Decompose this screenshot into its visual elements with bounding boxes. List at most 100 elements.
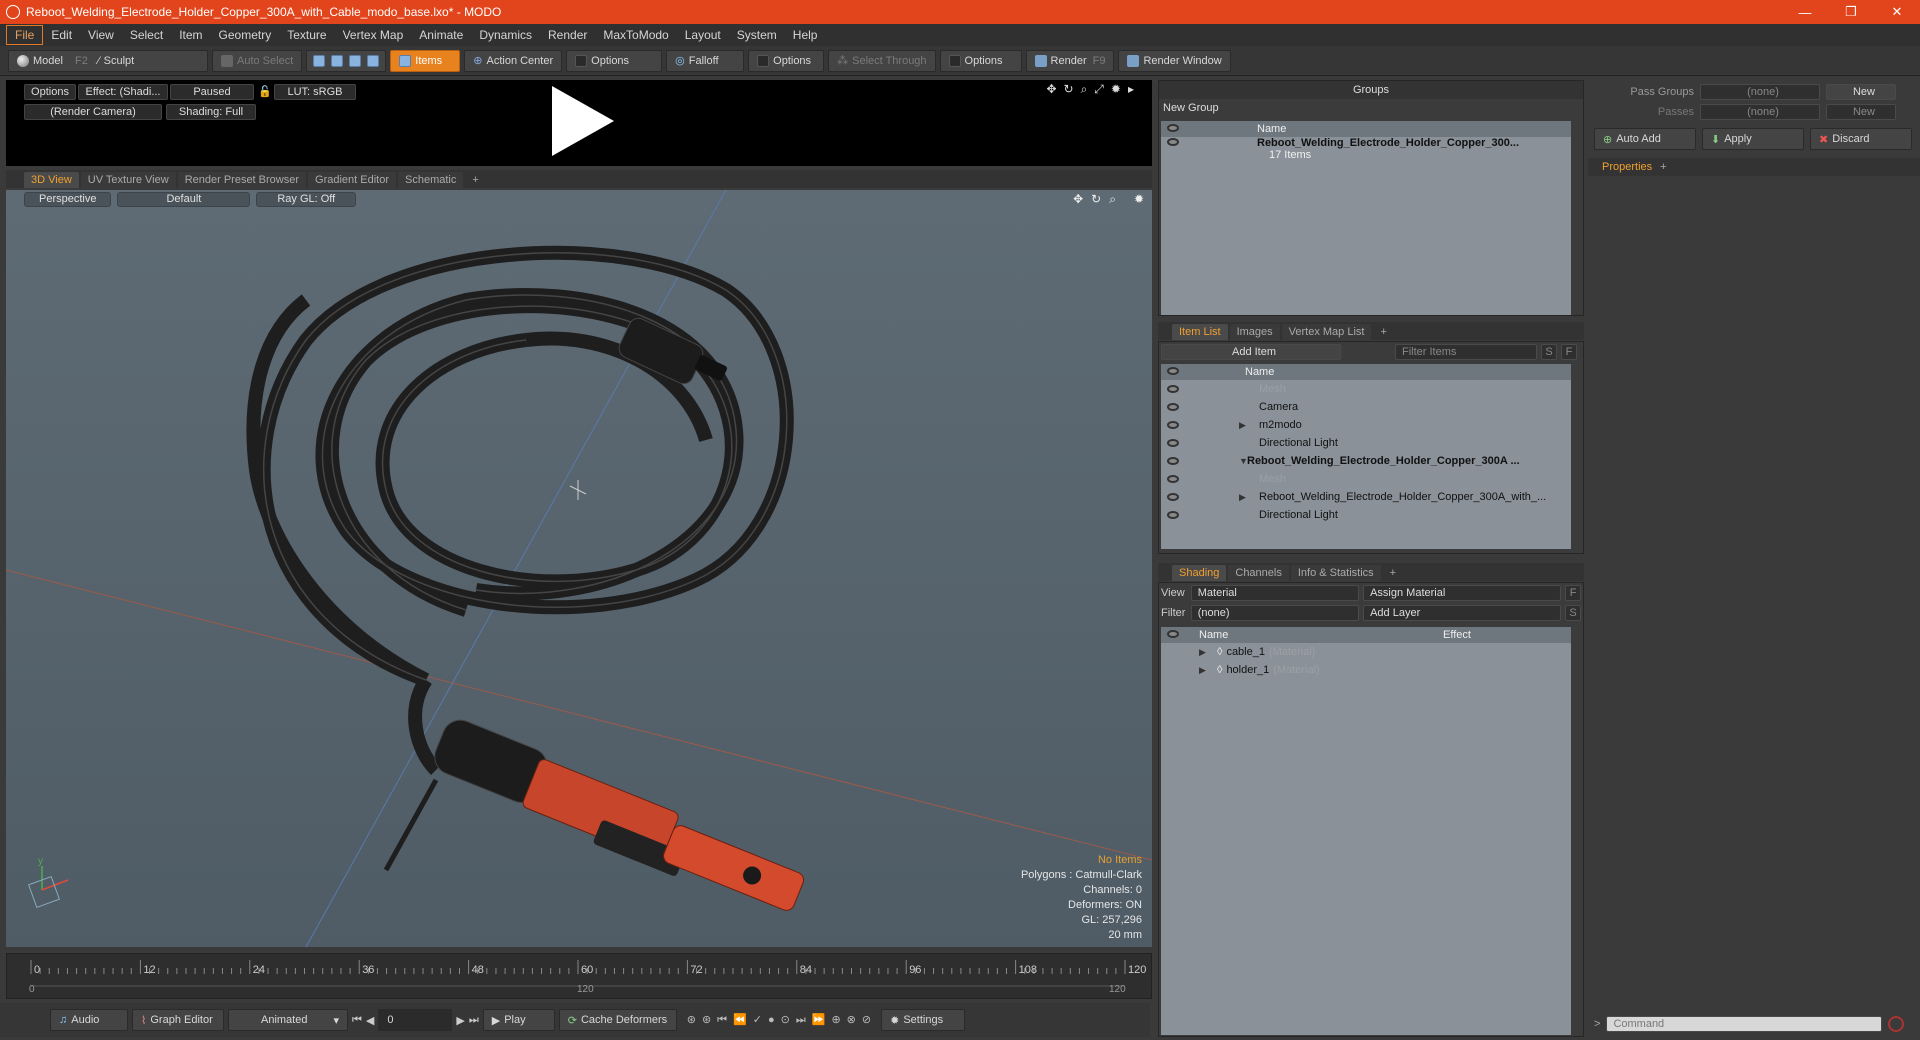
- add-tab-button[interactable]: +: [465, 172, 485, 188]
- items-mode-button[interactable]: Items: [390, 49, 461, 72]
- stop-icon[interactable]: [1888, 1016, 1905, 1032]
- eye-icon[interactable]: [1167, 403, 1179, 411]
- play-button[interactable]: ▶ Play: [482, 1009, 555, 1031]
- menu-system[interactable]: System: [729, 26, 785, 44]
- timeline[interactable]: 0 12 24 36 48 60 72 84 96 108 120 0 120 120: [6, 953, 1152, 999]
- menu-layout[interactable]: Layout: [677, 26, 729, 44]
- new-group-button[interactable]: New Group: [1159, 99, 1583, 117]
- discard-button[interactable]: ✖ Discard: [1810, 128, 1912, 150]
- filter-dropdown[interactable]: (none): [1190, 605, 1360, 621]
- model-sculpt-switch[interactable]: Model F2 ⁄ Sculpt: [8, 49, 208, 72]
- render-button[interactable]: Render F9: [1025, 49, 1115, 72]
- render-window-button[interactable]: Render Window: [1118, 49, 1231, 72]
- maximize-icon[interactable]: ⤢: [1094, 82, 1104, 97]
- step-back-icon[interactable]: ◀: [366, 1014, 374, 1027]
- falloff-button[interactable]: ◎ Falloff: [666, 49, 745, 72]
- preview-options-button[interactable]: Options: [24, 84, 76, 100]
- rotate-icon[interactable]: ↻: [1091, 192, 1101, 207]
- eye-icon[interactable]: [1167, 511, 1179, 519]
- close-button[interactable]: ✕: [1874, 0, 1920, 24]
- shader-row[interactable]: ▶ ◊ cable_1 (Material): [1161, 643, 1571, 661]
- s-toggle[interactable]: S: [1565, 605, 1581, 621]
- add-layer-dropdown[interactable]: Add Layer: [1363, 605, 1562, 621]
- key-tools-icons[interactable]: ⊛⊛⏮⏪✓●⊙⏭⏩⊕⊗⊘: [687, 1013, 877, 1027]
- menu-animate[interactable]: Animate: [411, 26, 471, 44]
- item-list-row[interactable]: Mesh: [1161, 380, 1571, 398]
- default-dropdown[interactable]: Default: [117, 191, 251, 207]
- menu-maxtomodo[interactable]: MaxToModo: [595, 26, 676, 44]
- shader-row[interactable]: ▶ ◊ holder_1 (Material): [1161, 661, 1571, 679]
- preview-effect-dropdown[interactable]: Effect: (Shadi...: [78, 84, 168, 100]
- add-tab-button[interactable]: +: [1660, 161, 1666, 173]
- menu-file[interactable]: File: [6, 25, 44, 45]
- vertices-mode-icon[interactable]: [313, 54, 326, 67]
- menu-texture[interactable]: Texture: [279, 26, 334, 44]
- lock-icon[interactable]: 🔓: [258, 85, 272, 98]
- sculpt-label[interactable]: Sculpt: [104, 55, 135, 67]
- menu-geometry[interactable]: Geometry: [211, 26, 280, 44]
- polygons-mode-icon[interactable]: [349, 54, 362, 67]
- eye-icon[interactable]: [1167, 138, 1179, 146]
- arrow-right-icon[interactable]: ▸: [1128, 82, 1134, 97]
- add-tab-button[interactable]: +: [1373, 324, 1393, 340]
- auto-select-button[interactable]: Auto Select: [212, 49, 303, 72]
- move-icon[interactable]: ✥: [1046, 82, 1056, 97]
- restore-button[interactable]: ❐: [1828, 0, 1874, 24]
- expand-icon[interactable]: ▶: [1239, 420, 1259, 431]
- gear-icon[interactable]: ✹: [1111, 82, 1121, 97]
- expand-icon[interactable]: ▼: [1239, 456, 1248, 466]
- apply-button[interactable]: ⬇ Apply: [1702, 128, 1804, 150]
- settings-button[interactable]: ✹ Settings: [881, 1009, 966, 1031]
- menu-edit[interactable]: Edit: [43, 26, 80, 44]
- tab-images[interactable]: Images: [1229, 324, 1280, 340]
- new-pass-button[interactable]: New: [1826, 104, 1896, 120]
- play-icon[interactable]: [552, 86, 614, 156]
- tab-render-preset-browser[interactable]: Render Preset Browser: [177, 172, 307, 188]
- raygl-dropdown[interactable]: Ray GL: Off: [256, 191, 357, 207]
- chevron-right-icon[interactable]: ▶: [1199, 647, 1217, 658]
- eye-icon[interactable]: [1167, 385, 1179, 393]
- eye-icon[interactable]: [1167, 421, 1179, 429]
- zoom-icon[interactable]: ⌕: [1081, 82, 1088, 97]
- shading-dropdown[interactable]: Shading: Full: [166, 104, 256, 120]
- move-icon[interactable]: ✥: [1073, 192, 1083, 207]
- action-center-button[interactable]: ⊕ Action Center: [464, 49, 563, 72]
- lut-dropdown[interactable]: LUT: sRGB: [274, 84, 356, 100]
- tab-3d-view[interactable]: 3D View: [24, 172, 79, 188]
- cache-deformers-button[interactable]: ⟳ Cache Deformers: [558, 1009, 677, 1031]
- eye-icon[interactable]: [1167, 493, 1179, 501]
- perspective-dropdown[interactable]: Perspective: [24, 191, 112, 207]
- f-toggle[interactable]: F: [1561, 344, 1577, 360]
- eye-icon[interactable]: [1167, 475, 1179, 483]
- animated-dropdown[interactable]: Animated ▾: [228, 1009, 348, 1031]
- options-button-1[interactable]: Options: [566, 49, 663, 72]
- eye-icon[interactable]: [1167, 439, 1179, 447]
- select-through-button[interactable]: ⁂ Select Through: [828, 49, 936, 72]
- gear-icon[interactable]: ✹: [1134, 192, 1144, 207]
- assign-material-dropdown[interactable]: Assign Material: [1363, 585, 1562, 601]
- skip-start-icon[interactable]: ⏮: [352, 1014, 362, 1027]
- tab-info-statistics[interactable]: Info & Statistics: [1290, 565, 1381, 581]
- minimize-button[interactable]: —: [1782, 0, 1828, 24]
- graph-editor-button[interactable]: ⌇ Graph Editor: [132, 1009, 224, 1031]
- new-pass-group-button[interactable]: New: [1826, 84, 1896, 100]
- group-row[interactable]: Reboot_Welding_Electrode_Holder_Copper_3…: [1161, 137, 1571, 167]
- passes-dropdown[interactable]: (none): [1700, 104, 1820, 120]
- s-toggle[interactable]: S: [1541, 344, 1557, 360]
- chevron-right-icon[interactable]: ▶: [1199, 665, 1217, 676]
- add-tab-button[interactable]: +: [1383, 565, 1403, 581]
- item-list-row[interactable]: ▼ Reboot_Welding_Electrode_Holder_Copper_…: [1161, 452, 1571, 470]
- tab-uv-texture-view[interactable]: UV Texture View: [80, 172, 176, 188]
- menu-select[interactable]: Select: [122, 26, 171, 44]
- skip-end-icon[interactable]: ⏭: [469, 1014, 479, 1027]
- audio-button[interactable]: ♫ Audio: [50, 1009, 128, 1031]
- options-button-2[interactable]: Options: [748, 49, 825, 72]
- step-forward-icon[interactable]: ▶: [456, 1014, 464, 1027]
- preview-paused-button[interactable]: Paused: [170, 84, 254, 100]
- tab-vertex-map-list[interactable]: Vertex Map List: [1281, 324, 1372, 340]
- item-list-row[interactable]: Directional Light: [1161, 506, 1571, 524]
- tab-item-list[interactable]: Item List: [1172, 324, 1228, 340]
- command-input[interactable]: Command: [1606, 1016, 1883, 1032]
- add-item-dropdown[interactable]: Add Item: [1161, 344, 1341, 360]
- pass-groups-dropdown[interactable]: (none): [1700, 84, 1820, 100]
